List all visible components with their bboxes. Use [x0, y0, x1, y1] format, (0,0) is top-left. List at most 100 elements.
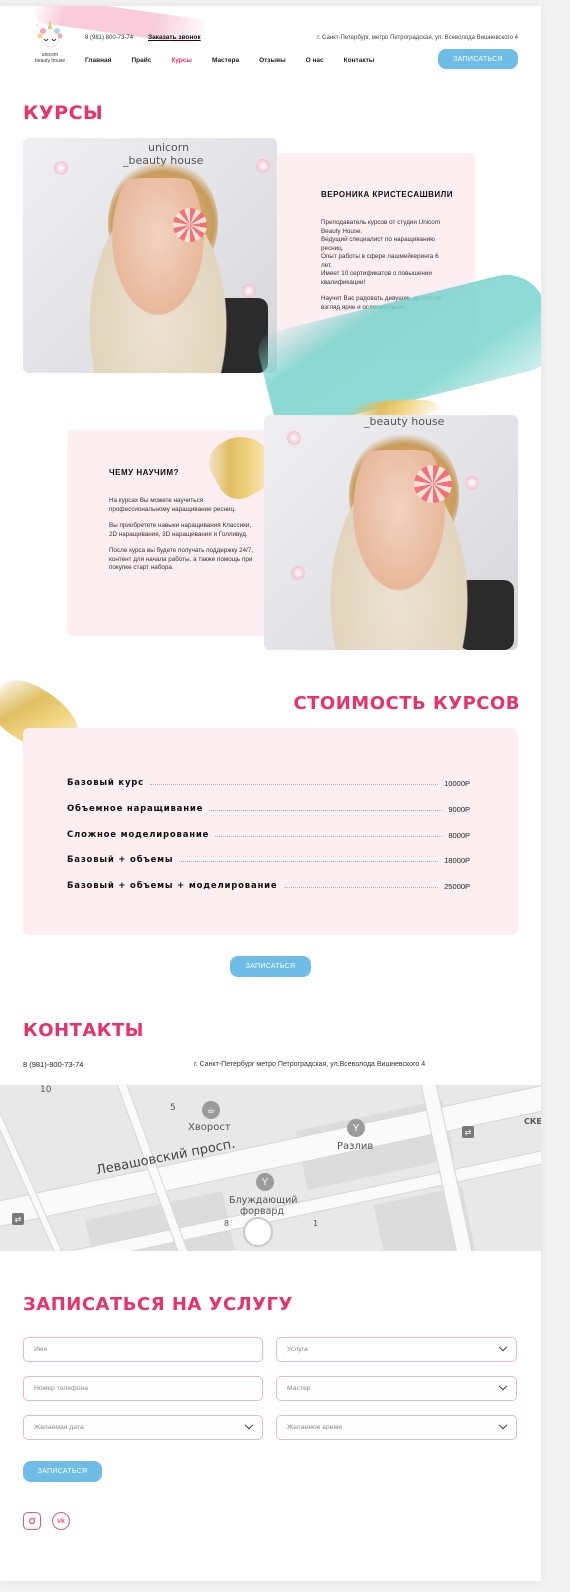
unicorn-sticker-icon [241, 283, 257, 299]
price-value: 9000Р [448, 805, 470, 814]
unicorn-sticker-icon [290, 565, 306, 581]
name-placeholder: Имя [34, 1346, 48, 1353]
logo-text: unicorn beauty house [35, 52, 65, 64]
photo-wall-text-1: unicorn [148, 141, 190, 154]
learn-title: ЧЕМУ НАУЧИМ? [109, 468, 179, 477]
bio-line-4: Имеет 10 сертификатов о повышении квалиф… [321, 270, 432, 286]
header-phone[interactable]: 8 (981) 800-73-74 [85, 35, 133, 41]
price-name: Объемное наращивание [67, 804, 204, 814]
price-row: Объемное наращивание 9000Р [67, 802, 470, 814]
chevron-down-icon [244, 1420, 254, 1429]
contacts-phone[interactable]: 8 (981)-800-73-74 [23, 1060, 83, 1069]
courses-title: КУРСЫ [23, 102, 104, 124]
price-name: Сложное моделирование [67, 830, 210, 840]
nav-item-about[interactable]: О нас [306, 57, 324, 64]
bar-pin-icon[interactable]: Y [256, 1173, 274, 1191]
page: unicorn beauty house 8 (981) 800-73-74 З… [0, 6, 541, 1581]
learn-paragraph-1: На курсах Вы можете научиться профессион… [109, 497, 236, 513]
price-name: Базовый + объемы [67, 855, 174, 865]
unicorn-logo-icon [33, 20, 67, 50]
logo[interactable]: unicorn beauty house [28, 20, 72, 72]
location-marker-icon[interactable] [243, 1217, 273, 1247]
order-call-link[interactable]: Заказать звонок [148, 34, 201, 41]
date-placeholder: Желаемая дата [34, 1424, 84, 1431]
transport-icon[interactable]: ⇄ [462, 1126, 474, 1138]
price-value: 10000Р [444, 779, 470, 788]
date-select[interactable]: Желаемая дата [23, 1415, 263, 1440]
price-name: Базовый + объемы + моделирование [67, 881, 278, 891]
price-row: Базовый курс 10000Р [67, 776, 470, 788]
map-place-label: Разлив [337, 1141, 374, 1152]
chevron-down-icon [498, 1381, 508, 1390]
transport-icon[interactable]: ⇄ [12, 1213, 24, 1225]
price-row: Базовый + объемы 18000Р [67, 853, 470, 865]
prices-title: СТОИМОСТЬ КУРСОВ [293, 693, 520, 714]
bio-line-2: Ведущий специалист по наращиванию ресниц… [321, 236, 435, 252]
nav-item-reviews[interactable]: Отзывы [259, 57, 286, 64]
map-place-label: форвард [240, 1206, 284, 1217]
price-value: 18000Р [444, 856, 470, 865]
teacher-photo: unicorn _beauty house [23, 138, 277, 373]
learn-text: На курсах Вы можете научиться профессион… [109, 497, 254, 581]
map-place-label: Блуждающий [229, 1195, 298, 1206]
service-select[interactable]: Услуга [276, 1337, 517, 1362]
vk-icon[interactable]: vk [52, 1512, 70, 1530]
nav-item-contacts[interactable]: Контакты [344, 57, 375, 64]
nav-item-courses[interactable]: Курсы [171, 57, 192, 64]
unicorn-sticker-icon [255, 158, 271, 174]
instagram-icon[interactable] [23, 1512, 41, 1530]
time-placeholder: Желаемое время [287, 1424, 342, 1431]
service-placeholder: Услуга [287, 1346, 308, 1353]
price-name: Базовый курс [67, 778, 145, 788]
price-leader [215, 836, 443, 837]
model [319, 450, 479, 650]
price-leader [150, 784, 439, 785]
header-signup-button[interactable]: ЗАПИСАТЬСЯ [438, 49, 518, 69]
name-input[interactable]: Имя [23, 1337, 263, 1362]
map-place-label: Хворост [188, 1122, 231, 1133]
contacts-address: г. Санкт-Петербург метро Петроградская, … [194, 1061, 426, 1068]
contacts-title: КОНТАКТЫ [23, 1020, 144, 1041]
unicorn-sticker-icon [53, 160, 69, 176]
course-photo: _beauty house [264, 415, 518, 650]
nav-item-price[interactable]: Прайс [131, 57, 151, 64]
map-number: 10 [40, 1085, 52, 1095]
logo-line-2: beauty house [34, 58, 66, 64]
learn-paragraph-2: Вы приобретете навыки наращивания Класси… [109, 522, 252, 538]
map[interactable]: 10 5 ☕ Хворост Y Разлив Левашовский прос… [0, 1085, 541, 1251]
vk-label: vk [57, 1517, 65, 1525]
price-value: 25000Р [444, 882, 470, 891]
price-row: Базовый + объемы + моделирование 25000Р [67, 879, 470, 891]
main-nav: Главная Прайс Курсы Мастера Отзывы О нас… [85, 57, 394, 64]
price-leader [283, 887, 439, 888]
cafe-pin-icon[interactable]: ☕ [202, 1101, 220, 1119]
photo-wall-text-3: _beauty house [364, 415, 445, 428]
prices-signup-button[interactable]: ЗАПИСАТЬСЯ [230, 956, 311, 977]
master-select[interactable]: Мастер [276, 1376, 517, 1401]
lollipop [173, 208, 207, 242]
price-leader [179, 861, 439, 862]
teacher-name: ВЕРОНИКА КРИСТЕСАШВИЛИ [321, 190, 454, 199]
chevron-down-icon [498, 1420, 508, 1429]
booking-title: ЗАПИСАТЬСЯ НА УСЛУГУ [23, 1294, 293, 1315]
unicorn-sticker-icon [286, 430, 302, 446]
map-road [0, 1085, 73, 1251]
lollipop [414, 465, 452, 503]
booking-submit-button[interactable]: ЗАПИСАТЬСЯ [23, 1461, 102, 1482]
map-number: 1 [313, 1219, 319, 1228]
bio-line-3: Опыт работы в сфере лашмейкеринга 6 лет. [321, 253, 439, 269]
price-value: 8000Р [448, 831, 470, 840]
map-label-edge: СКЕ [524, 1117, 541, 1126]
chevron-down-icon [498, 1342, 508, 1351]
map-number: 8 [224, 1219, 230, 1228]
price-row: Сложное моделирование 8000Р [67, 828, 470, 840]
header-address: г. Санкт-Петербург, метро Петроградская,… [317, 35, 518, 41]
nav-item-home[interactable]: Главная [85, 57, 111, 64]
phone-input[interactable]: Номер телефона [23, 1376, 263, 1401]
learn-paragraph-3: После курса вы будете получать поддержку… [109, 547, 254, 571]
bar-pin-icon[interactable]: Y [347, 1119, 365, 1137]
nav-item-masters[interactable]: Мастера [212, 57, 239, 64]
phone-placeholder: Номер телефона [34, 1385, 89, 1392]
price-leader [209, 810, 443, 811]
time-select[interactable]: Желаемое время [276, 1415, 517, 1440]
